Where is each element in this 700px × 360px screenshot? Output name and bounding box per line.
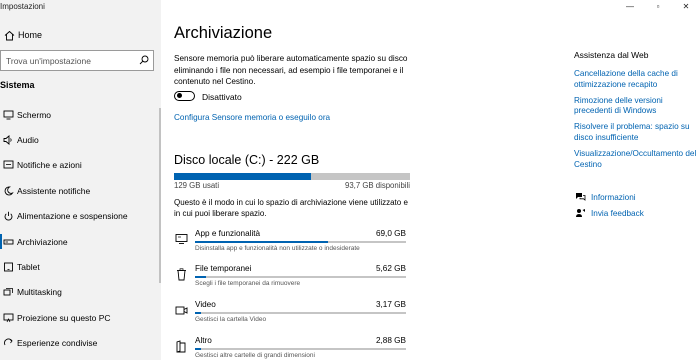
shared-icon <box>0 338 17 348</box>
feedback-icon <box>574 208 586 218</box>
sidebar-item-label: Multitasking <box>17 287 62 298</box>
sidebar-item-assistente-notifiche[interactable]: Assistente notifiche <box>0 178 161 203</box>
category-bar <box>195 312 406 314</box>
category-bar-fill <box>195 312 202 314</box>
disk-used-label: 129 GB usati <box>174 181 220 190</box>
toggle-label: Disattivato <box>202 92 242 102</box>
category-other[interactable]: Altro 2,88 GB Gestisci altre cartelle di… <box>174 336 406 360</box>
search-box[interactable] <box>0 50 154 71</box>
sidebar-item-label: Alimentazione e sospensione <box>17 211 128 222</box>
disk-usage-fill <box>174 173 311 180</box>
category-bar <box>195 241 406 243</box>
category-description: Gestisci altre cartelle di grandi dimens… <box>195 352 315 359</box>
feedback-link[interactable]: Invia feedback <box>574 208 644 218</box>
home-label: Home <box>18 30 43 40</box>
close-icon[interactable]: ✕ <box>672 0 700 12</box>
sidebar-item-label: Archiviazione <box>17 236 68 247</box>
sidebar-item-label: Audio <box>17 135 39 146</box>
page-title: Archiviazione <box>174 24 273 42</box>
power-icon <box>0 211 17 221</box>
search-input[interactable] <box>6 55 139 66</box>
category-size: 3,17 GB <box>375 300 406 309</box>
trash-icon <box>174 267 188 281</box>
category-bar-fill <box>195 241 328 243</box>
related-link-previous-windows[interactable]: Rimozione delle versioni precedenti di W… <box>574 96 698 118</box>
sidebar-item-label: Notifiche e azioni <box>17 160 82 171</box>
related-link-delivery-cache[interactable]: Cancellazione della cache di ottimizzazi… <box>574 69 698 91</box>
maximize-icon[interactable]: ▫ <box>644 0 672 12</box>
sidebar-item-proiezione[interactable]: Proiezione su questo PC <box>0 305 161 330</box>
related-link-recycle-bin[interactable]: Visualizzazione/Occultamento del Cestino <box>574 149 698 171</box>
sidebar-item-label: Esperienze condivise <box>17 338 98 349</box>
speaker-icon <box>0 135 17 146</box>
category-bar <box>195 348 406 350</box>
sidebar: Impostazioni Home Sistema Schermo Audio <box>0 0 161 360</box>
sidebar-item-audio[interactable]: Audio <box>0 127 161 152</box>
category-bar <box>195 276 406 278</box>
sidebar-item-notifiche[interactable]: Notifiche e azioni <box>0 153 161 178</box>
chat-icon <box>574 192 586 202</box>
related-link-low-disk-space[interactable]: Risolvere il problema: spazio su disco i… <box>574 122 698 144</box>
sidebar-item-schermo[interactable]: Schermo <box>0 102 161 127</box>
projection-icon <box>0 313 17 323</box>
notification-icon <box>0 160 17 170</box>
category-size: 69,0 GB <box>375 229 406 238</box>
disk-description: Questo è il modo in cui lo spazio di arc… <box>174 198 408 218</box>
category-temp-files[interactable]: File temporanei 5,62 GB Scegli i file te… <box>174 264 406 294</box>
home-icon <box>1 30 18 41</box>
disk-usage-bar <box>174 173 410 180</box>
main-content: Archiviazione Sensore memoria può libera… <box>161 0 700 360</box>
sidebar-item-archiviazione[interactable]: Archiviazione <box>0 229 161 254</box>
sidebar-item-multitasking[interactable]: Multitasking <box>0 280 161 305</box>
minimize-icon[interactable]: — <box>616 0 644 12</box>
storage-sense-description: Sensore memoria può liberare automaticam… <box>174 54 408 86</box>
storage-icon <box>0 237 17 247</box>
sidebar-item-tablet[interactable]: Tablet <box>0 254 161 279</box>
display-icon <box>0 110 17 120</box>
configure-storage-sense-link[interactable]: Configura Sensore memoria o eseguilo ora <box>174 113 330 122</box>
apps-icon <box>174 232 188 246</box>
category-size: 5,62 GB <box>375 264 406 273</box>
category-bar-fill <box>195 276 206 278</box>
multitasking-icon <box>0 287 17 297</box>
video-icon <box>174 303 188 317</box>
disk-free-label: 93,7 GB disponibili <box>344 181 410 190</box>
feedback-label: Invia feedback <box>591 208 644 218</box>
sidebar-item-label: Assistente notifiche <box>17 185 91 196</box>
tablet-icon <box>0 262 17 272</box>
search-icon[interactable] <box>139 52 149 70</box>
storage-sense-toggle[interactable] <box>174 91 195 101</box>
category-size: 2,88 GB <box>375 336 406 345</box>
disk-title: Disco locale (C:) - 222 GB <box>174 153 320 167</box>
sidebar-item-alimentazione[interactable]: Alimentazione e sospensione <box>0 204 161 229</box>
category-name: Altro <box>195 336 212 345</box>
category-name: File temporanei <box>195 264 252 273</box>
category-name: Video <box>195 300 216 309</box>
sidebar-item-label: Proiezione su questo PC <box>17 312 111 323</box>
category-name: App e funzionalità <box>195 229 261 238</box>
category-description: Scegli i file temporanei da rimuovere <box>195 280 301 287</box>
folder-icon <box>174 339 188 353</box>
category-bar-fill <box>195 348 202 350</box>
window-title: Impostazioni <box>0 2 45 11</box>
sidebar-item-label: Schermo <box>17 109 52 120</box>
moon-icon <box>0 186 17 196</box>
home-link[interactable]: Home <box>0 25 161 45</box>
window-controls: — ▫ ✕ <box>616 0 700 12</box>
info-label: Informazioni <box>591 192 636 202</box>
toggle-knob <box>177 93 182 99</box>
sidebar-item-label: Tablet <box>17 262 40 273</box>
category-video[interactable]: Video 3,17 GB Gestisci la cartella Video <box>174 300 406 330</box>
sidebar-item-esperienze-condivise[interactable]: Esperienze condivise <box>0 331 161 356</box>
related-links: Cancellazione della cache di ottimizzazi… <box>574 69 698 175</box>
category-description: Disinstalla app e funzionalità non utili… <box>195 245 360 252</box>
category-apps[interactable]: App e funzionalità 69,0 GB Disinstalla a… <box>174 229 406 259</box>
related-title: Assistenza dal Web <box>574 50 649 60</box>
sidebar-nav: Schermo Audio Notifiche e azioni Assiste… <box>0 102 161 356</box>
info-link[interactable]: Informazioni <box>574 192 636 202</box>
category-description: Gestisci la cartella Video <box>195 316 267 323</box>
sidebar-section-title: Sistema <box>0 80 35 90</box>
